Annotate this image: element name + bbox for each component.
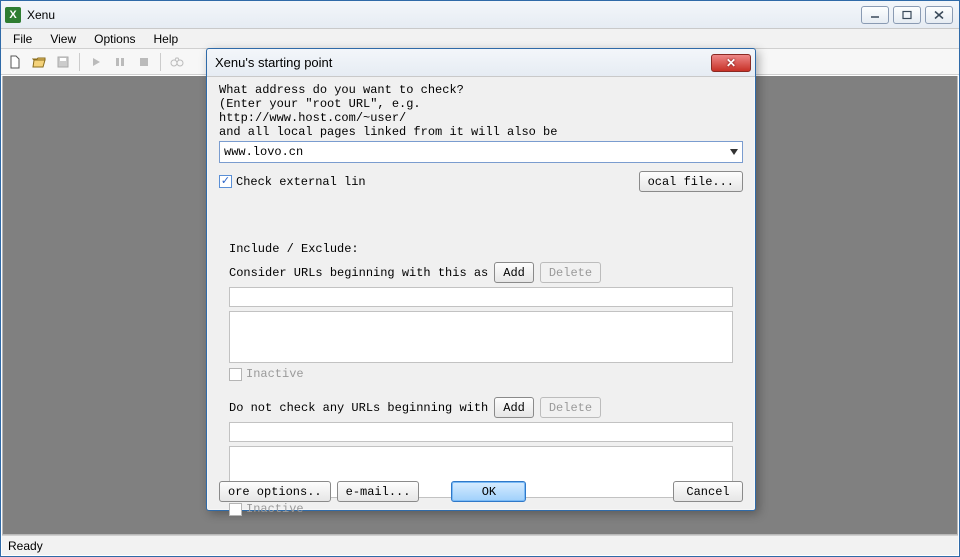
url-input[interactable] bbox=[220, 145, 726, 159]
menu-view[interactable]: View bbox=[42, 30, 84, 48]
url-combobox[interactable] bbox=[219, 141, 743, 163]
check-external-label: Check external lin bbox=[236, 175, 366, 189]
url-dropdown-arrow[interactable] bbox=[726, 142, 742, 162]
dialog-close-button[interactable]: ✕ bbox=[711, 54, 751, 72]
exclude-label: Do not check any URLs beginning with bbox=[229, 401, 488, 415]
menu-options[interactable]: Options bbox=[86, 30, 143, 48]
maximize-icon bbox=[901, 10, 913, 20]
toolbar-stop[interactable] bbox=[134, 52, 154, 72]
more-options-button[interactable]: ore options.. bbox=[219, 481, 331, 502]
window-title: Xenu bbox=[27, 8, 55, 22]
close-window-button[interactable] bbox=[925, 6, 953, 24]
include-delete-button[interactable]: Delete bbox=[540, 262, 601, 283]
toolbar-pause[interactable] bbox=[110, 52, 130, 72]
local-file-button[interactable]: ocal file... bbox=[639, 171, 743, 192]
toolbar-open[interactable] bbox=[29, 52, 49, 72]
minimize-button[interactable] bbox=[861, 6, 889, 24]
dialog-title: Xenu's starting point bbox=[215, 55, 332, 70]
exclude-add-button[interactable]: Add bbox=[494, 397, 534, 418]
include-add-button[interactable]: Add bbox=[494, 262, 534, 283]
exclude-delete-button[interactable]: Delete bbox=[540, 397, 601, 418]
open-folder-icon bbox=[32, 55, 46, 69]
main-titlebar: Xenu bbox=[1, 1, 959, 29]
status-text: Ready bbox=[8, 539, 43, 553]
email-button[interactable]: e-mail... bbox=[337, 481, 420, 502]
save-icon bbox=[56, 55, 70, 69]
exclude-input[interactable] bbox=[229, 422, 733, 442]
stop-icon bbox=[138, 56, 150, 68]
chevron-down-icon bbox=[730, 149, 738, 155]
toolbar-new[interactable] bbox=[5, 52, 25, 72]
close-icon bbox=[933, 10, 945, 20]
include-inactive-label: Inactive bbox=[246, 367, 304, 381]
pause-icon bbox=[114, 56, 126, 68]
play-icon bbox=[90, 56, 102, 68]
menu-file[interactable]: File bbox=[5, 30, 40, 48]
statusbar: Ready bbox=[2, 535, 958, 555]
include-list[interactable] bbox=[229, 311, 733, 363]
toolbar-separator bbox=[79, 53, 80, 71]
include-input[interactable] bbox=[229, 287, 733, 307]
close-icon: ✕ bbox=[726, 57, 736, 69]
menu-help[interactable]: Help bbox=[146, 30, 187, 48]
dialog-titlebar[interactable]: Xenu's starting point ✕ bbox=[207, 49, 755, 77]
exclude-inactive-checkbox bbox=[229, 503, 242, 516]
include-inactive-checkbox bbox=[229, 368, 242, 381]
app-icon bbox=[5, 7, 21, 23]
intro-text: What address do you want to check? (Ente… bbox=[219, 83, 743, 139]
new-file-icon bbox=[8, 55, 22, 69]
toolbar-play[interactable] bbox=[86, 52, 106, 72]
binoculars-icon bbox=[170, 55, 184, 69]
include-exclude-title: Include / Exclude: bbox=[229, 242, 733, 256]
toolbar-save[interactable] bbox=[53, 52, 73, 72]
minimize-icon bbox=[869, 10, 881, 20]
check-external-checkbox[interactable] bbox=[219, 175, 232, 188]
exclude-inactive-label: Inactive bbox=[246, 502, 304, 516]
toolbar-separator bbox=[160, 53, 161, 71]
starting-point-dialog: Xenu's starting point ✕ What address do … bbox=[206, 48, 756, 511]
toolbar-find[interactable] bbox=[167, 52, 187, 72]
ok-button[interactable]: OK bbox=[451, 481, 526, 502]
menubar: File View Options Help bbox=[1, 29, 959, 49]
cancel-button[interactable]: Cancel bbox=[673, 481, 743, 502]
maximize-button[interactable] bbox=[893, 6, 921, 24]
include-label: Consider URLs beginning with this as bbox=[229, 266, 488, 280]
